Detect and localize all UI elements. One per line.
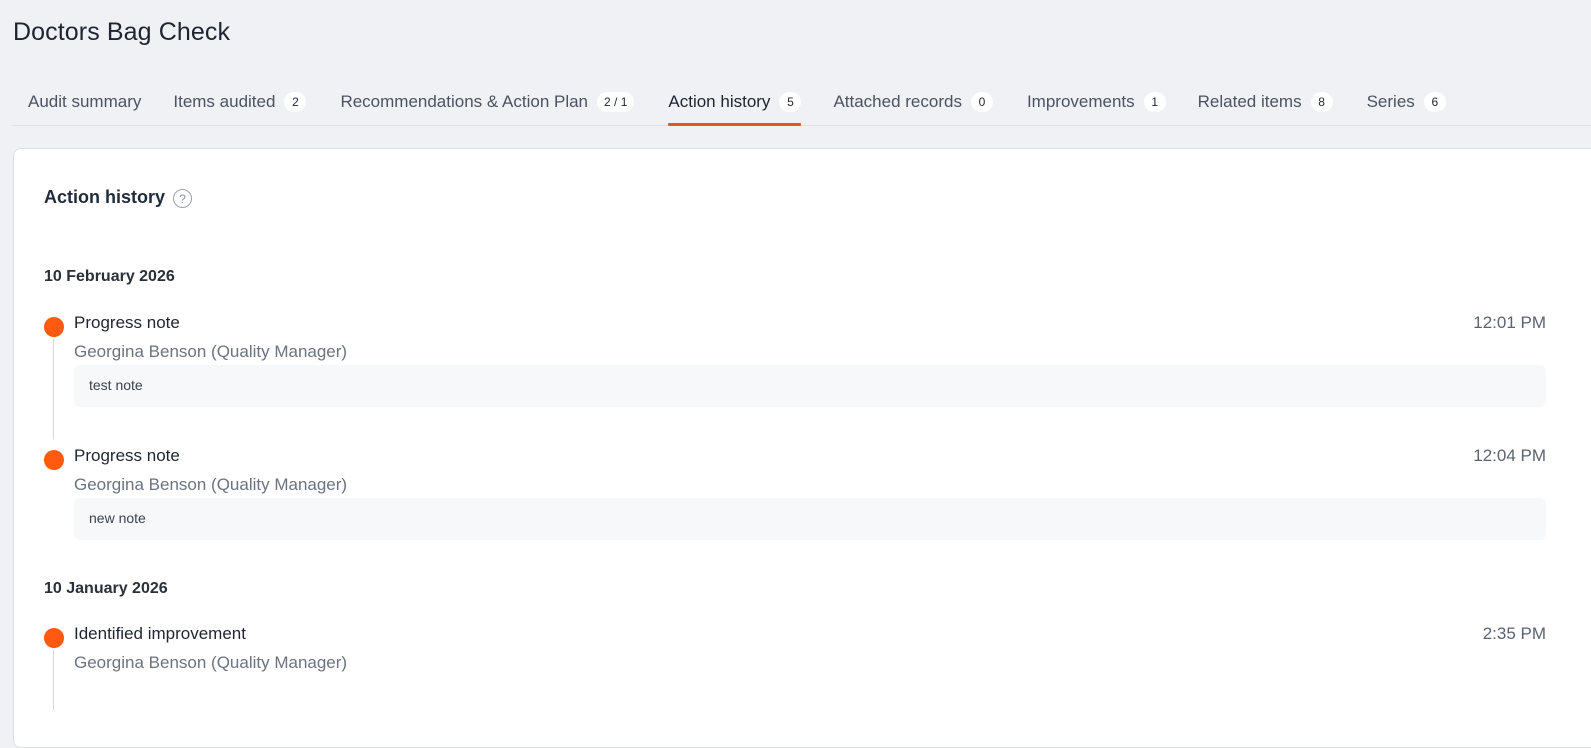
entry-title: Progress note	[74, 313, 180, 332]
entry-title: Identified improvement	[74, 624, 246, 643]
timeline-connector	[53, 339, 54, 439]
tab-audit-summary[interactable]: Audit summary	[28, 84, 141, 120]
dot-icon	[44, 317, 64, 337]
tab-action-history[interactable]: Action history 5	[668, 84, 802, 126]
tab-bar: Audit summary Items audited 2 Recommenda…	[12, 84, 1591, 126]
tab-items-audited[interactable]: Items audited 2	[173, 84, 307, 120]
question-circle-icon[interactable]: ?	[173, 189, 193, 208]
tab-count-badge: 1	[1143, 92, 1166, 112]
tab-count-badge: 0	[970, 92, 993, 112]
dot-icon	[44, 628, 64, 648]
entry-author: Georgina Benson (Quality Manager)	[74, 342, 348, 361]
section-title-text: Action history	[44, 187, 166, 207]
tab-label: Audit summary	[28, 92, 142, 111]
tab-label: Related items	[1197, 92, 1302, 111]
tab-label: Items audited	[173, 92, 276, 111]
entry-note: test note	[74, 365, 1546, 407]
tab-count-badge: 8	[1310, 92, 1333, 112]
page-title: Doctors Bag Check	[13, 18, 231, 46]
tab-related-items[interactable]: Related items 8	[1198, 84, 1333, 120]
timeline-entry: Progress note 12:01 PM Georgina Benson (…	[44, 309, 1546, 439]
tab-count-badge: 5	[779, 92, 802, 112]
tab-label: Action history	[668, 92, 771, 111]
timeline-entry: Identified improvement 2:35 PM Georgina …	[44, 620, 1546, 710]
entry-author: Georgina Benson (Quality Manager)	[74, 653, 348, 672]
entry-time: 12:04 PM	[1473, 446, 1546, 465]
tab-improvements[interactable]: Improvements 1	[1027, 84, 1166, 120]
tab-count-badge: 2 / 1	[597, 92, 635, 112]
entry-time: 12:01 PM	[1473, 313, 1546, 332]
entry-author: Georgina Benson (Quality Manager)	[74, 475, 348, 494]
tab-count-badge: 6	[1423, 92, 1446, 112]
timeline-connector	[53, 650, 54, 710]
section-title: Action history ?	[44, 187, 193, 208]
tab-label: Recommendations & Action Plan	[340, 92, 589, 111]
entry-note: new note	[74, 498, 1546, 540]
date-heading: 10 February 2026	[44, 268, 175, 285]
tab-series[interactable]: Series 6	[1367, 84, 1446, 120]
date-heading: 10 January 2026	[44, 580, 168, 597]
tab-label: Improvements	[1026, 92, 1135, 111]
tab-label: Series	[1366, 92, 1415, 111]
entry-time: 2:35 PM	[1482, 624, 1546, 643]
tab-attached-records[interactable]: Attached records 0	[833, 84, 993, 120]
entry-title: Progress note	[74, 446, 180, 465]
tab-recommendations-action-plan[interactable]: Recommendations & Action Plan 2 / 1	[340, 84, 635, 120]
timeline-entry: Progress note 12:04 PM Georgina Benson (…	[44, 442, 1546, 552]
dot-icon	[44, 450, 64, 470]
tab-count-badge: 2	[284, 92, 307, 112]
tab-label: Attached records	[833, 92, 962, 111]
action-history-panel: Action history ? 10 February 2026 Progre…	[13, 148, 1591, 748]
